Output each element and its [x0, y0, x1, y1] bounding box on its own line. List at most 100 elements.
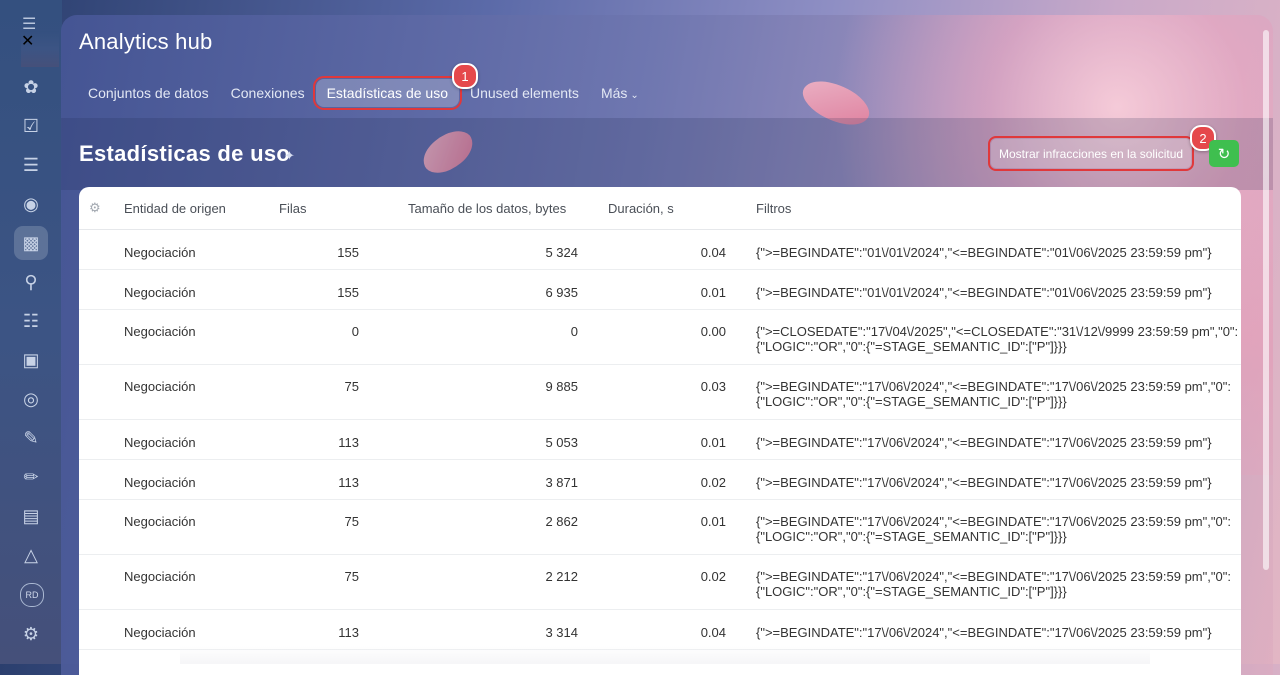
page-title: Estadísticas de uso: [79, 141, 291, 166]
pin-icon[interactable]: ✦: [284, 148, 295, 164]
cell-rows: 155: [337, 245, 359, 260]
filter-line: {">=BEGINDATE":"17\/06\/2024","<=BEGINDA…: [756, 514, 1231, 529]
cell-size: 2 212: [545, 569, 578, 584]
avatar[interactable]: RD: [20, 583, 44, 607]
cell-filters: {">=BEGINDATE":"01\/01\/2024","<=BEGINDA…: [756, 270, 1241, 300]
cell-duration: 0.01: [700, 514, 726, 529]
filter-line: {">=BEGINDATE":"17\/06\/2024","<=BEGINDA…: [756, 379, 1231, 394]
table-row[interactable]: Negociación 75 2 862 0.01 {">=BEGINDATE":"17…: [79, 499, 1241, 555]
cell-entity: Negociación: [124, 514, 196, 529]
row-spacer: [79, 364, 124, 420]
cell-duration: 0.02: [700, 475, 726, 490]
table-header-row: ⚙ Entidad de origen Filas Tamaño de los …: [79, 187, 1241, 230]
analytics-panel: Analytics hub Conjuntos de datos Conexio…: [61, 15, 1273, 675]
filter-line: {">=BEGINDATE":"17\/06\/2024","<=BEGINDA…: [756, 625, 1212, 640]
cell-duration: 0.00: [700, 324, 726, 339]
cell-size: 2 862: [545, 514, 578, 529]
scrollbar[interactable]: [1263, 30, 1269, 570]
cell-entity: Negociación: [124, 324, 196, 339]
header-filters[interactable]: Filtros: [726, 187, 1241, 230]
rail-item-analytics-icon[interactable]: ▩: [14, 226, 48, 260]
cell-duration: 0.04: [700, 625, 726, 640]
header-duration[interactable]: Duración, s: [578, 187, 726, 230]
rail-item-sign-icon[interactable]: ✏: [14, 460, 48, 494]
chevron-down-icon: ⌄: [630, 90, 639, 101]
row-spacer: [79, 229, 124, 270]
row-spacer: [79, 554, 124, 610]
table-row[interactable]: Negociación 0 0 0.00 {">=CLOSEDATE":"17\/04\…: [79, 309, 1241, 365]
rail-item-cart-icon[interactable]: ⚲: [14, 265, 48, 299]
row-spacer: [79, 459, 124, 500]
table-row[interactable]: Negociación 75 9 885 0.03 {">=BEGINDATE":"17…: [79, 364, 1241, 420]
cell-size: 3 314: [545, 625, 578, 640]
close-icon[interactable]: ✕: [21, 31, 59, 67]
cell-entity: Negociación: [124, 435, 196, 450]
table-row[interactable]: Negociación 155 5 324 0.04 {">=BEGINDATE":"0…: [79, 229, 1241, 270]
step-badge-1: 1: [452, 63, 478, 89]
cell-rows: 155: [337, 285, 359, 300]
show-violations-button[interactable]: Mostrar infracciones en la solicitud: [987, 136, 1195, 171]
cell-duration: 0.01: [700, 435, 726, 450]
rail-item-tasks-icon[interactable]: ☑: [14, 109, 48, 143]
settings-gear-icon[interactable]: ⚙: [14, 617, 48, 651]
cell-filters: {">=BEGINDATE":"17\/06\/2024","<=BEGINDA…: [756, 420, 1241, 450]
rail-item-box-icon[interactable]: △: [14, 538, 48, 572]
tab-bar: Conjuntos de datos Conexiones Estadístic…: [77, 76, 650, 110]
row-spacer: [79, 309, 124, 365]
filter-line: {"LOGIC":"OR","0":{"=STAGE_SEMANTIC_ID":…: [756, 529, 1067, 544]
filter-line: {"LOGIC":"OR","0":{"=STAGE_SEMANTIC_ID":…: [756, 394, 1067, 409]
column-settings-gear-icon[interactable]: ⚙: [79, 187, 124, 230]
rail-item-document-icon[interactable]: ✎: [14, 421, 48, 455]
table-row[interactable]: Negociación 75 2 212 0.02 {">=BEGINDATE":"17…: [79, 554, 1241, 610]
filter-line: {"LOGIC":"OR","0":{"=STAGE_SEMANTIC_ID":…: [756, 339, 1067, 354]
cell-filters: {">=BEGINDATE":"17\/06\/2024","<=BEGINDA…: [756, 365, 1241, 409]
row-spacer: [79, 609, 124, 650]
cell-entity: Negociación: [124, 285, 196, 300]
rail-item-store-icon[interactable]: ▣: [14, 343, 48, 377]
rail-item-card-icon[interactable]: ▤: [14, 499, 48, 533]
cell-rows: 0: [351, 324, 359, 339]
rail-item-filter-icon[interactable]: ☰: [14, 148, 48, 182]
cell-duration: 0.01: [700, 285, 726, 300]
cell-filters: {">=BEGINDATE":"17\/06\/2024","<=BEGINDA…: [756, 555, 1241, 599]
cell-rows: 75: [344, 379, 359, 394]
table-row[interactable]: Negociación 113 3 314 0.04 {">=BEGINDATE":"1…: [79, 609, 1241, 650]
cell-entity: Negociación: [124, 379, 196, 394]
rail-item-calendar-icon[interactable]: ☷: [14, 304, 48, 338]
table-row[interactable]: Negociación 155 6 935 0.01 {">=BEGINDATE":"0…: [79, 269, 1241, 310]
table-row[interactable]: Negociación 113 5 053 0.01 {">=BEGINDATE":"1…: [79, 419, 1241, 460]
rail-item-target-icon[interactable]: ◎: [14, 382, 48, 416]
filter-line: {">=BEGINDATE":"01\/01\/2024","<=BEGINDA…: [756, 285, 1212, 300]
tab-connections[interactable]: Conexiones: [220, 79, 316, 107]
cell-size: 6 935: [545, 285, 578, 300]
rail-item-crm-icon[interactable]: ✿: [14, 70, 48, 104]
filter-line: {">=BEGINDATE":"01\/01\/2024","<=BEGINDA…: [756, 245, 1212, 260]
rail-item-bot-icon[interactable]: ◉: [14, 187, 48, 221]
row-spacer: [79, 269, 124, 310]
header-size[interactable]: Tamaño de los datos, bytes: [373, 187, 578, 230]
table-row[interactable]: Negociación 113 3 871 0.02 {">=BEGINDATE":"1…: [79, 459, 1241, 500]
row-spacer: [79, 499, 124, 555]
usage-table: ⚙ Entidad de origen Filas Tamaño de los …: [79, 187, 1241, 675]
cell-filters: {">=BEGINDATE":"01\/01\/2024","<=BEGINDA…: [756, 230, 1241, 260]
tab-more-label: Más: [600, 85, 628, 101]
cell-filters: {">=CLOSEDATE":"17\/04\/2025","<=CLOSEDA…: [756, 310, 1241, 354]
cell-filters: {">=BEGINDATE":"17\/06\/2024","<=BEGINDA…: [756, 500, 1241, 544]
tab-datasets[interactable]: Conjuntos de datos: [77, 79, 220, 107]
refresh-icon[interactable]: ↻: [1209, 140, 1239, 167]
tab-unused-elements[interactable]: Unused elements: [459, 79, 590, 107]
cell-size: 0: [570, 324, 578, 339]
tab-usage-statistics[interactable]: Estadísticas de uso: [312, 76, 462, 110]
cell-size: 3 871: [545, 475, 578, 490]
header-entity[interactable]: Entidad de origen: [124, 187, 279, 230]
cell-rows: 113: [338, 435, 359, 450]
cell-rows: 75: [344, 569, 359, 584]
filter-line: {">=BEGINDATE":"17\/06\/2024","<=BEGINDA…: [756, 435, 1212, 450]
cell-rows: 113: [338, 475, 359, 490]
tab-more[interactable]: Más ⌄: [590, 79, 650, 107]
header-rows[interactable]: Filas: [279, 187, 373, 230]
cell-duration: 0.04: [700, 245, 726, 260]
app-title: Analytics hub: [79, 29, 213, 54]
filter-line: {">=CLOSEDATE":"17\/04\/2025","<=CLOSEDA…: [756, 324, 1239, 339]
cell-rows: 113: [338, 625, 359, 640]
